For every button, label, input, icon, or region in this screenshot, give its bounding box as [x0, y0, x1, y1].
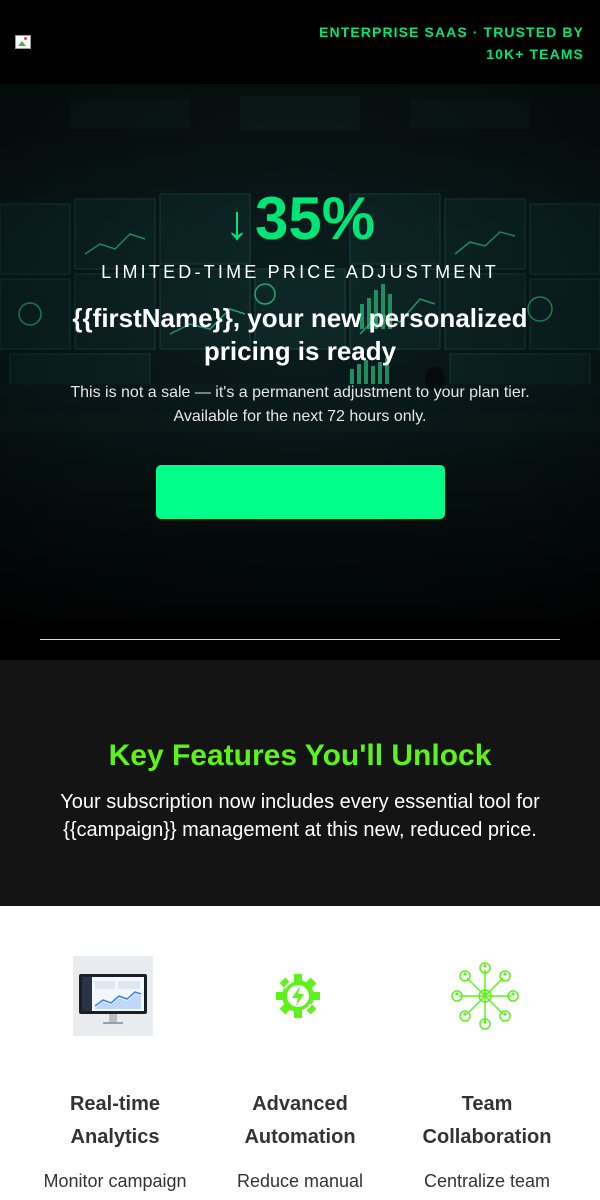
feature-card-collaboration: Team Collaboration Centralize team — [392, 906, 582, 1200]
claim-pricing-button[interactable]: Claim Your New Pricing — [156, 465, 445, 519]
header-tagline: ENTERPRISE SAAS · TRUSTED BY 10K+ TEAMS — [319, 24, 584, 62]
feature-text: Centralize team — [423, 1171, 551, 1191]
features-intro: Key Features You'll Unlock Your subscrip… — [0, 660, 600, 906]
hero-kicker: LIMITED-TIME PRICE ADJUSTMENT — [101, 262, 499, 282]
email-header: ENTERPRISE SAAS · TRUSTED BY 10K+ TEAMS — [0, 0, 600, 84]
feature-title: Real-time Analytics — [69, 1093, 161, 1148]
features-title: Key Features You'll Unlock — [108, 739, 492, 772]
down-arrow-icon: ↓ — [224, 197, 249, 250]
section-divider-band — [0, 619, 600, 660]
feature-text: Monitor campaign — [43, 1171, 187, 1191]
feature-title: Team Collaboration — [422, 1093, 552, 1148]
features-description: Your subscription now includes every ess… — [60, 791, 540, 841]
monitor-analytics-icon — [73, 956, 153, 1036]
hero-banner: ↓ 35% LIMITED-TIME PRICE ADJUSTMENT {{fir… — [0, 84, 600, 619]
discount-percent: ↓ 35% — [0, 184, 600, 259]
feature-title: Advanced Automation — [244, 1093, 356, 1148]
divider — [40, 639, 560, 640]
feature-cards: Real-time Analytics Monitor campaign Adv… — [0, 906, 600, 1200]
broken-image-icon — [15, 35, 31, 49]
discount-value: 35% — [254, 185, 376, 252]
gear-automation-icon — [276, 974, 320, 1018]
feature-card-analytics: Real-time Analytics Monitor campaign — [20, 906, 210, 1200]
hero-subtext: This is not a sale — it's a permanent ad… — [70, 384, 530, 425]
feature-text: Reduce manual — [236, 1171, 364, 1191]
team-network-icon — [451, 962, 519, 1030]
feature-card-automation: Advanced Automation Reduce manual — [205, 906, 395, 1200]
hero-headline: {{firstName}}, your new personalized pri… — [72, 303, 528, 366]
